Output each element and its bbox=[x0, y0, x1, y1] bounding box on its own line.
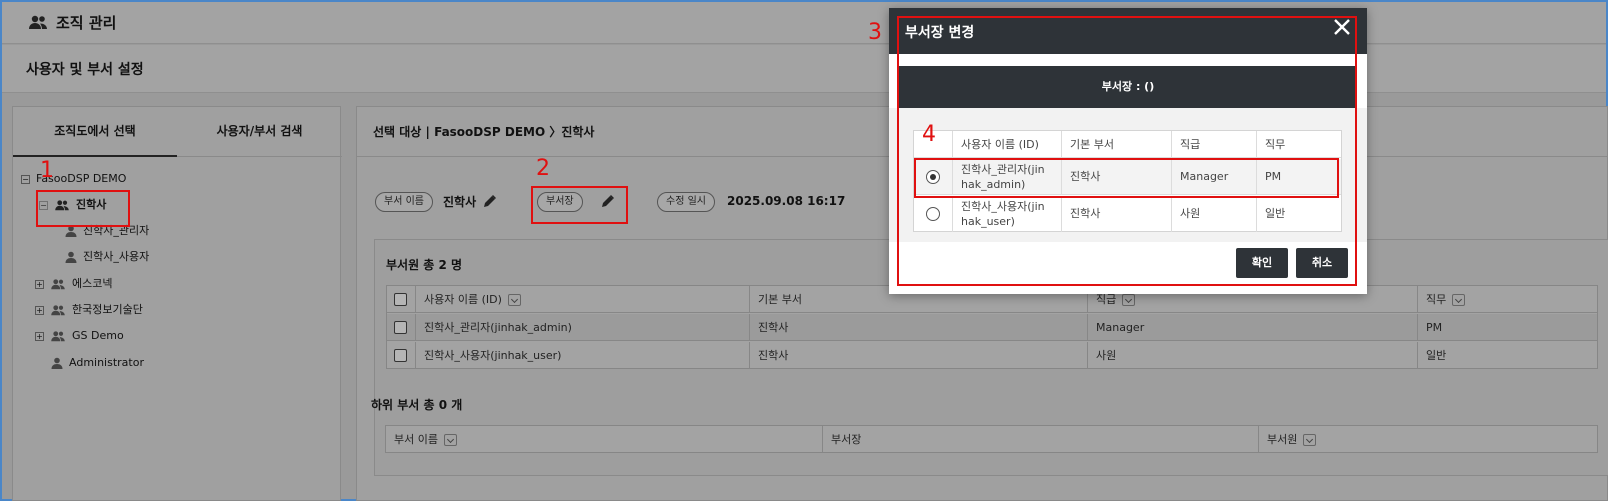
modified-label: 수정 일시 bbox=[657, 192, 715, 212]
column-header: 부서장 bbox=[822, 426, 1258, 453]
table-row[interactable]: 진학사_사용자(jinhak_user) 진학사 사원 일반 bbox=[387, 342, 1597, 369]
dept-name-label: 부서 이름 bbox=[375, 192, 433, 212]
members-table: 사용자 이름 (ID) 기본 부서 직급 직무 진학사_관리자(jinhak_a… bbox=[386, 285, 1598, 369]
people-icon bbox=[29, 15, 47, 29]
tab-org-chart[interactable]: 조직도에서 선택 bbox=[13, 107, 177, 157]
expand-icon[interactable]: + bbox=[35, 331, 44, 341]
section-title: 사용자 및 부서 설정 bbox=[26, 62, 144, 78]
dept-name-value: 진학사 bbox=[443, 195, 477, 209]
expand-icon[interactable]: + bbox=[35, 279, 44, 289]
expand-icon[interactable]: + bbox=[35, 305, 44, 315]
tree-node-dept[interactable]: + GS Demo bbox=[35, 327, 124, 345]
edit-pencil-icon[interactable] bbox=[483, 194, 497, 208]
step-number-1: 1 bbox=[40, 158, 54, 183]
tree-node-dept[interactable]: + 한국정보기술단 bbox=[35, 301, 143, 319]
highlight-box-1 bbox=[36, 190, 130, 227]
sub-depts-table: 부서 이름 부서장 부서원 bbox=[385, 425, 1598, 453]
org-tree-panel: 조직도에서 선택 사용자/부서 검색 − FasooDSP DEMO − 진학사 진… bbox=[12, 106, 342, 501]
collapse-icon[interactable]: − bbox=[21, 174, 30, 184]
step-number-3: 3 bbox=[868, 20, 882, 45]
chevron-down-icon[interactable] bbox=[1452, 294, 1466, 306]
tree-node-dept[interactable]: + 에스코넥 bbox=[35, 275, 112, 293]
highlight-box-4 bbox=[914, 158, 1339, 198]
row-checkbox[interactable] bbox=[394, 349, 407, 362]
tree-node-root[interactable]: − FasooDSP DEMO bbox=[21, 170, 126, 188]
members-title: 부서원 총 2 명 bbox=[386, 258, 463, 272]
row-checkbox[interactable] bbox=[394, 321, 407, 334]
page-title: 조직 관리 bbox=[56, 14, 117, 32]
people-icon bbox=[51, 279, 65, 290]
chevron-down-icon[interactable] bbox=[507, 294, 521, 306]
tree-node-user[interactable]: 진학사_사용자 bbox=[65, 248, 149, 266]
chevron-down-icon[interactable] bbox=[1303, 434, 1317, 446]
cell-duty: PM bbox=[1417, 314, 1597, 341]
chevron-down-icon[interactable] bbox=[1122, 294, 1136, 306]
cell-user: 진학사_관리자(jinhak_admin) bbox=[415, 314, 749, 341]
cell-rank: Manager bbox=[1087, 314, 1417, 341]
cell-dept: 진학사 bbox=[749, 314, 1087, 341]
user-icon bbox=[65, 251, 77, 263]
tree-node-user[interactable]: Administrator bbox=[51, 354, 144, 372]
step-number-2: 2 bbox=[536, 156, 550, 181]
table-row[interactable]: 진학사_관리자(jinhak_admin) 진학사 Manager PM bbox=[387, 314, 1597, 341]
cell-duty: 일반 bbox=[1417, 342, 1597, 369]
select-all-checkbox[interactable] bbox=[394, 293, 407, 306]
highlight-box-2 bbox=[531, 186, 628, 224]
cell-user: 진학사_사용자(jinhak_user) bbox=[415, 342, 749, 369]
highlight-box-3 bbox=[897, 16, 1357, 286]
column-header[interactable]: 부서원 bbox=[1258, 426, 1598, 453]
column-header[interactable]: 직무 bbox=[1417, 286, 1597, 313]
user-icon bbox=[51, 357, 63, 369]
people-icon bbox=[51, 331, 65, 342]
column-header[interactable]: 부서 이름 bbox=[386, 426, 822, 453]
cell-dept: 진학사 bbox=[749, 342, 1087, 369]
modified-value: 2025.09.08 16:17 bbox=[727, 194, 846, 208]
breadcrumb: 선택 대상 | FasooDSP DEMO 〉진학사 bbox=[373, 125, 595, 139]
column-header[interactable]: 사용자 이름 (ID) bbox=[415, 286, 778, 313]
people-icon bbox=[51, 305, 65, 316]
step-number-4: 4 bbox=[922, 122, 936, 147]
tab-user-search[interactable]: 사용자/부서 검색 bbox=[177, 107, 342, 157]
cell-rank: 사원 bbox=[1087, 342, 1417, 369]
sub-depts-title: 하위 부서 총 0 개 bbox=[371, 398, 463, 412]
chevron-down-icon[interactable] bbox=[443, 434, 457, 446]
